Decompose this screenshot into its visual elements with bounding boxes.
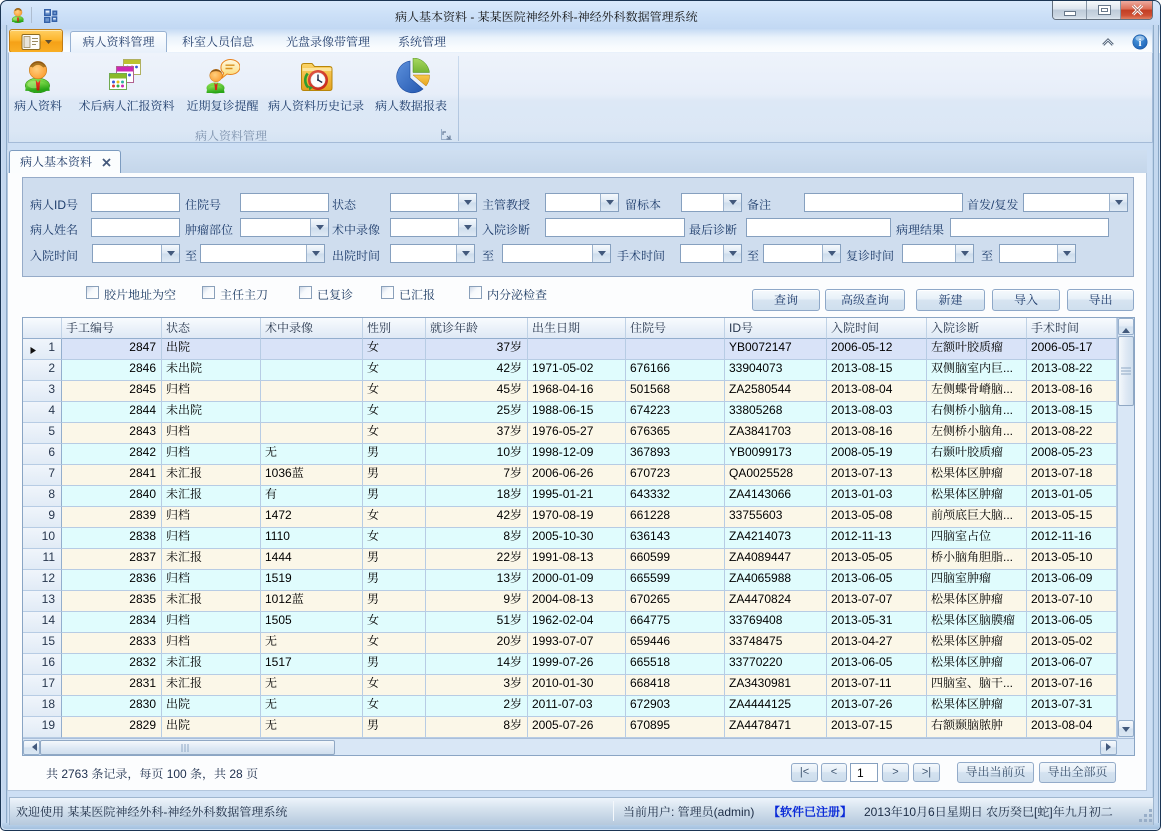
svg-text:i: i	[1138, 37, 1141, 49]
